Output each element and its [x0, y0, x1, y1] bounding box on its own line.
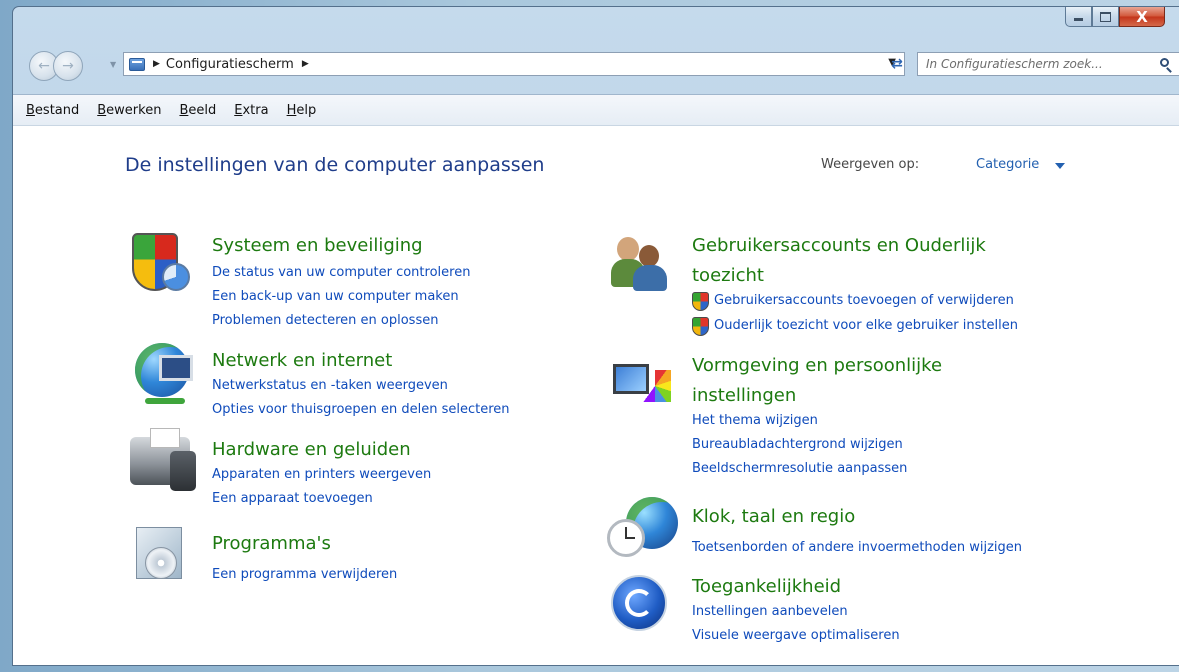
refresh-button[interactable]: ⇄ — [886, 52, 908, 76]
view-by-caret-icon[interactable] — [1055, 163, 1065, 169]
minimize-icon — [1074, 18, 1083, 21]
forward-button[interactable]: → — [53, 51, 83, 81]
user-head-icon — [617, 237, 639, 261]
menu-tools[interactable]: Extra — [225, 103, 277, 118]
maximize-button[interactable] — [1092, 7, 1119, 27]
breadcrumb-chevron-icon[interactable]: ▶ — [153, 59, 160, 69]
category-programs[interactable]: Programma's — [212, 529, 331, 559]
control-panel-icon — [129, 57, 145, 71]
disk-pie-icon — [162, 263, 190, 291]
network-monitor-icon — [159, 355, 193, 381]
view-by-label: Weergeven op: — [821, 157, 920, 172]
menu-help[interactable]: Help — [278, 103, 326, 118]
close-button[interactable]: X — [1119, 7, 1165, 27]
page-title: De instellingen van de computer aanpasse… — [125, 154, 545, 176]
breadcrumb-control-panel[interactable]: Configuratiescherm — [166, 57, 294, 72]
menu-file[interactable]: Bestand — [13, 103, 88, 118]
category-appearance-line2[interactable]: instellingen — [692, 381, 796, 411]
link-add-remove-accounts-label: Gebruikersaccounts toevoegen of verwijde… — [714, 293, 1014, 308]
category-appearance[interactable]: Vormgeving en persoonlijke — [692, 351, 942, 381]
link-desktop-background[interactable]: Bureaubladachtergrond wijzigen — [692, 433, 903, 457]
search-input[interactable] — [924, 56, 1152, 72]
category-network-internet[interactable]: Netwerk en internet — [212, 346, 392, 376]
category-user-accounts-line2[interactable]: toezicht — [692, 261, 764, 291]
category-hardware-sound[interactable]: Hardware en geluiden — [212, 435, 411, 465]
forward-arrow-icon: → — [62, 58, 74, 74]
speaker-icon — [170, 451, 196, 491]
link-uninstall-program[interactable]: Een programma verwijderen — [212, 563, 397, 587]
link-add-remove-accounts[interactable]: Gebruikersaccounts toevoegen of verwijde… — [692, 289, 1014, 313]
category-accessibility[interactable]: Toegankelijkheid — [692, 572, 841, 602]
appearance-icon[interactable] — [613, 360, 673, 410]
navigation-bar: ← → ▼ ▶ Configuratiescherm ▶ ▼ ⇄ — [13, 47, 1179, 81]
clock-icon — [607, 519, 645, 557]
link-optimize-display[interactable]: Visuele weergave optimaliseren — [692, 624, 900, 648]
category-system-security[interactable]: Systeem en beveiliging — [212, 231, 423, 261]
link-keyboards-input[interactable]: Toetsenborden of andere invoermethoden w… — [692, 536, 1022, 560]
category-clock-language-region[interactable]: Klok, taal en regio — [692, 502, 855, 532]
color-fan-icon — [639, 370, 671, 402]
uac-shield-icon — [692, 292, 709, 311]
printer-paper-icon — [150, 428, 180, 448]
link-screen-resolution[interactable]: Beeldschermresolutie aanpassen — [692, 457, 907, 481]
caption-buttons: X — [1065, 7, 1165, 27]
link-homegroup[interactable]: Opties voor thuisgroepen en delen select… — [212, 398, 510, 422]
title-bar[interactable]: X — [13, 7, 1179, 41]
view-by-dropdown[interactable]: Categorie — [976, 157, 1039, 172]
breadcrumb-chevron-icon[interactable]: ▶ — [302, 59, 309, 69]
link-change-theme[interactable]: Het thema wijzigen — [692, 409, 818, 433]
user-body-icon — [633, 265, 667, 291]
link-recommend-settings[interactable]: Instellingen aanbevelen — [692, 600, 848, 624]
close-icon: X — [1136, 7, 1148, 26]
uac-shield-icon — [692, 317, 709, 336]
user-head-icon — [639, 245, 659, 267]
link-backup[interactable]: Een back-up van uw computer maken — [212, 285, 459, 309]
link-devices-printers[interactable]: Apparaten en printers weergeven — [212, 463, 431, 487]
menu-bar: Bestand Bewerken Beeld Extra Help — [13, 95, 1179, 126]
back-arrow-icon: ← — [38, 58, 50, 74]
menu-view[interactable]: Beeld — [170, 103, 225, 118]
maximize-icon — [1100, 11, 1111, 22]
users-icon[interactable] — [611, 235, 667, 291]
link-parental-controls-label: Ouderlijk toezicht voor elke gebruiker i… — [714, 318, 1018, 333]
search-box[interactable] — [917, 52, 1179, 76]
link-parental-controls[interactable]: Ouderlijk toezicht voor elke gebruiker i… — [692, 314, 1018, 338]
accessibility-arrow-icon — [625, 589, 653, 617]
menu-edit[interactable]: Bewerken — [88, 103, 170, 118]
refresh-icon: ⇄ — [891, 56, 903, 72]
search-icon[interactable] — [1160, 58, 1169, 67]
minimize-button[interactable] — [1065, 7, 1092, 27]
network-cable-icon — [145, 398, 185, 404]
address-bar[interactable]: ▶ Configuratiescherm ▶ ▼ — [123, 52, 905, 76]
control-panel-window: X ← → ▼ ▶ Configuratiescherm ▶ ▼ ⇄ Besta… — [12, 6, 1179, 666]
content-area: Bestand Bewerken Beeld Extra Help De ins… — [13, 94, 1179, 665]
link-troubleshoot[interactable]: Problemen detecteren en oplossen — [212, 309, 438, 333]
category-user-accounts[interactable]: Gebruikersaccounts en Ouderlijk — [692, 231, 986, 261]
link-add-device[interactable]: Een apparaat toevoegen — [212, 487, 373, 511]
link-check-status[interactable]: De status van uw computer controleren — [212, 261, 470, 285]
cd-disc-icon — [145, 547, 177, 579]
link-network-status[interactable]: Netwerkstatus en -taken weergeven — [212, 374, 448, 398]
recent-pages-dropdown[interactable]: ▼ — [110, 60, 116, 69]
